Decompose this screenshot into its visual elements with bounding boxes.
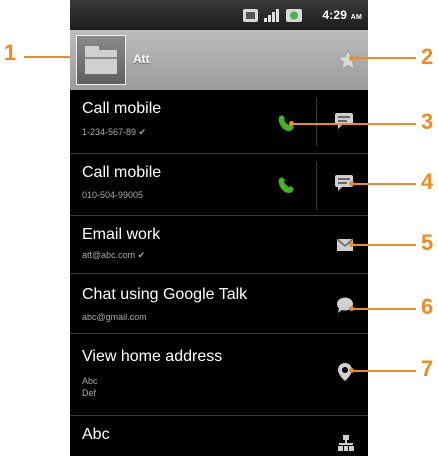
- row-title: Call mobile: [82, 100, 162, 117]
- message-icon[interactable]: [334, 112, 354, 130]
- status-clock: 4:29 AM: [322, 8, 362, 22]
- status-time-value: 4:29: [322, 8, 348, 22]
- contact-header: Att: [70, 30, 368, 90]
- row-subtitle: abc@gmail.com: [82, 312, 147, 322]
- callout-7: 7: [421, 356, 434, 381]
- status-time-ampm: AM: [350, 14, 362, 21]
- row-subtitle: 010-504-99005: [82, 190, 144, 200]
- callout-4: 4: [421, 169, 434, 194]
- phone-screen: 4:29 AM Att Call mobile 1-234-567-89 ✔ C…: [70, 0, 368, 456]
- row-subtitle: Abc: [82, 376, 98, 386]
- callout-4-leader: [352, 183, 416, 185]
- callout-6-leader: [352, 308, 416, 310]
- call-mobile-row[interactable]: Call mobile 010-504-99005: [70, 154, 368, 216]
- sim-icon: [243, 9, 258, 22]
- callout-2: 2: [421, 44, 434, 69]
- organization-row[interactable]: Abc: [70, 416, 368, 456]
- battery-icon: [286, 9, 302, 22]
- chat-bubble-icon[interactable]: [336, 296, 354, 314]
- callout-6: 6: [421, 294, 434, 319]
- row-divider: [316, 98, 317, 146]
- row-title: Chat using Google Talk: [82, 286, 248, 303]
- view-home-address-row[interactable]: View home address Abc Def: [70, 334, 368, 416]
- callout-1: 1: [4, 40, 17, 65]
- row-subtitle: Def: [82, 388, 97, 398]
- callout-3-leader: [292, 123, 416, 125]
- row-title: Email work: [82, 226, 161, 243]
- callout-2-leader: [352, 57, 416, 59]
- call-mobile-row[interactable]: Call mobile 1-234-567-89 ✔: [70, 90, 368, 154]
- row-title: Call mobile: [82, 164, 162, 181]
- row-title: Abc: [82, 426, 110, 443]
- row-divider: [316, 162, 317, 210]
- row-subtitle: att@abc.com ✔: [82, 250, 146, 260]
- org-chart-icon[interactable]: [337, 434, 355, 452]
- callout-5-leader: [352, 244, 416, 246]
- email-work-row[interactable]: Email work att@abc.com ✔: [70, 216, 368, 274]
- phone-icon[interactable]: [276, 110, 300, 134]
- chat-google-talk-row[interactable]: Chat using Google Talk abc@gmail.com: [70, 274, 368, 334]
- avatar-icon[interactable]: [76, 35, 126, 85]
- contact-name: Att: [133, 52, 150, 66]
- star-icon[interactable]: [336, 48, 360, 72]
- callout-7-leader: [352, 370, 416, 372]
- row-title: View home address: [82, 348, 223, 365]
- callout-3: 3: [421, 109, 434, 134]
- signal-icon: [264, 9, 279, 22]
- row-subtitle: 1-234-567-89 ✔: [82, 127, 147, 137]
- phone-icon[interactable]: [276, 172, 300, 196]
- status-bar: 4:29 AM: [70, 0, 368, 30]
- callout-5: 5: [421, 230, 434, 255]
